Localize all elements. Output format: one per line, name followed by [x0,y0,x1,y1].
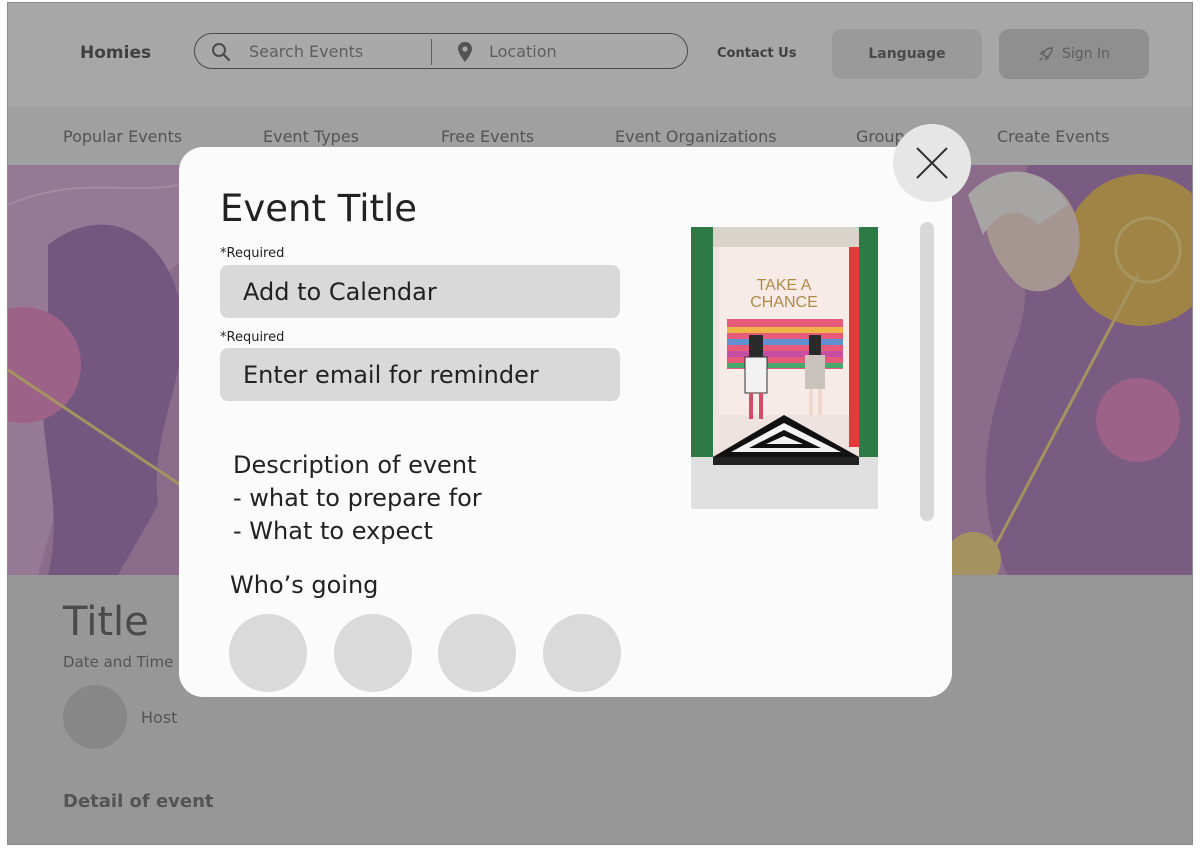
reminder-email-field[interactable]: Enter email for reminder [220,348,620,401]
reminder-email-placeholder: Enter email for reminder [243,360,539,389]
whos-going-heading: Who’s going [230,571,379,599]
photo-sign-line-1: TAKE A [757,277,812,294]
attendee-avatar[interactable] [438,614,516,692]
attendee-avatar[interactable] [229,614,307,692]
close-icon [916,147,948,179]
close-button[interactable] [893,124,971,202]
attendee-avatar[interactable] [334,614,412,692]
description-line: Description of event [233,451,477,479]
event-modal: Event Title *Required Add to Calendar *R… [179,147,952,697]
add-to-calendar-label: Add to Calendar [243,277,437,306]
event-photo: TAKE A CHANCE [689,225,880,511]
description-line: - what to prepare for [233,484,482,512]
required-label-calendar: *Required [220,246,285,261]
add-to-calendar-field[interactable]: Add to Calendar [220,265,620,318]
event-photo-illustration: TAKE A CHANCE [691,227,878,509]
modal-event-title: Event Title [220,187,418,230]
photo-sign-line-2: CHANCE [750,294,818,311]
required-label-email: *Required [220,330,285,345]
description-line: - What to expect [233,517,433,545]
modal-scrollbar[interactable] [920,222,934,521]
event-description: Description of event - what to prepare f… [233,449,482,548]
attendee-avatar[interactable] [543,614,621,692]
